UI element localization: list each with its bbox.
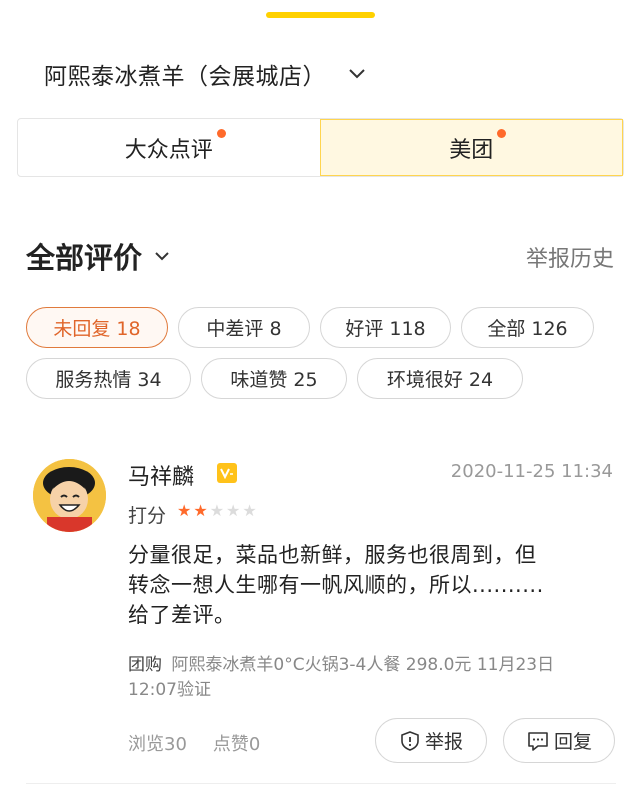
star-empty-icon: ★: [226, 501, 241, 520]
tab-label: 大众点评: [124, 137, 213, 163]
filter-chip-all[interactable]: 全部 126: [461, 307, 594, 348]
avatar: [33, 459, 106, 532]
deal-info: 团购 阿熙泰冰煮羊0°C火锅3-4人餐 298.0元 11月23日 12:07验…: [128, 653, 598, 703]
review-stats: 浏览30 点赞0: [128, 730, 260, 756]
filter-chip-negative[interactable]: 中差评 8: [178, 307, 310, 348]
star-empty-icon: ★: [209, 501, 225, 520]
review-time: 2020-11-25 11:34: [450, 461, 613, 482]
store-selector[interactable]: 阿熙泰冰煮羊（会展城店）: [44, 57, 368, 91]
score-label: 打分: [128, 505, 167, 527]
report-history-link[interactable]: 举报历史: [526, 241, 614, 273]
chevron-down-icon: [348, 64, 368, 84]
review-text: 分量很足，菜品也新鲜，服务也很周到，但 转念一想人生哪有一帆风顺的，所以....…: [128, 540, 598, 630]
filter-chip-environment[interactable]: 环境很好 24: [357, 358, 523, 399]
filter-chip-unreplied[interactable]: 未回复 18: [26, 307, 168, 348]
platform-tabs: 大众点评 美团: [17, 118, 624, 177]
deal-tag: 团购: [128, 655, 162, 675]
reply-label: 回复: [553, 731, 592, 753]
chevron-down-icon: [154, 247, 172, 265]
report-button[interactable]: 举报: [375, 718, 487, 763]
reviewer-name: 马祥麟: [128, 465, 195, 490]
rating-stars: ★ ★ ★ ★ ★: [177, 501, 257, 520]
vip-badge-icon: [217, 463, 237, 483]
top-drag-indicator: [266, 12, 375, 18]
tab-label: 美团: [449, 137, 494, 163]
star-filled-icon: ★: [177, 501, 192, 520]
like-count: 点赞0: [212, 734, 261, 755]
review-line: 转念一想人生哪有一帆风顺的，所以..........: [128, 573, 544, 597]
shield-alert-icon: [399, 730, 421, 752]
divider: [26, 783, 616, 784]
review-line: 分量很足，菜品也新鲜，服务也很周到，但: [128, 543, 537, 567]
section-title: 全部评价: [26, 241, 143, 275]
tab-dianping[interactable]: 大众点评: [18, 119, 320, 176]
comment-icon: [526, 730, 550, 752]
store-name: 阿熙泰冰煮羊（会展城店）: [44, 64, 326, 90]
review-filter-dropdown[interactable]: 全部评价: [26, 235, 172, 277]
notification-dot: [497, 128, 507, 138]
deal-text: 阿熙泰冰煮羊0°C火锅3-4人餐 298.0元 11月23日 12:07验证: [128, 655, 555, 700]
reply-button[interactable]: 回复: [503, 718, 615, 763]
view-count: 浏览30: [128, 734, 187, 755]
star-filled-icon: ★: [193, 501, 208, 520]
filter-chip-positive[interactable]: 好评 118: [320, 307, 451, 348]
filter-chip-service[interactable]: 服务热情 34: [26, 358, 191, 399]
filter-chip-taste[interactable]: 味道赞 25: [201, 358, 347, 399]
tab-meituan[interactable]: 美团: [319, 119, 623, 176]
review-line: 给了差评。: [128, 603, 236, 627]
star-empty-icon: ★: [242, 501, 257, 520]
report-label: 举报: [424, 731, 463, 753]
notification-dot: [216, 128, 226, 138]
